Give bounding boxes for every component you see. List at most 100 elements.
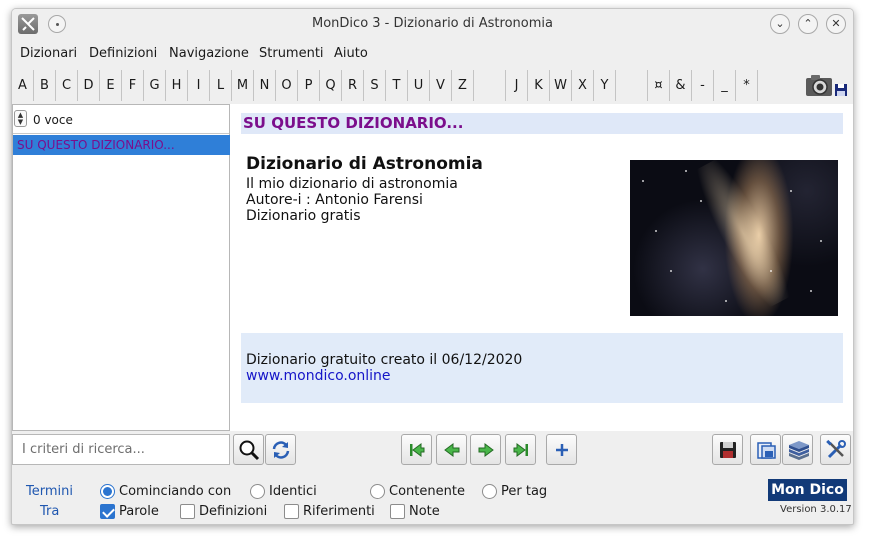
previous-entry-button[interactable] [436, 434, 467, 465]
galaxy-photo [630, 160, 838, 316]
menu-definizioni[interactable]: Definizioni [89, 46, 157, 61]
entry-count: 0 voce [33, 113, 73, 127]
export-button[interactable] [750, 434, 781, 465]
letter-button-p[interactable]: P [298, 70, 320, 101]
arrow-left-icon [444, 443, 460, 457]
letter-button-c[interactable]: C [56, 70, 78, 101]
dictionary-description: Il mio dizionario di astronomia [246, 176, 458, 192]
letter-spacer-27 [616, 70, 648, 101]
search-input[interactable] [12, 434, 230, 465]
arrow-right-icon [478, 443, 494, 457]
next-entry-button[interactable] [470, 434, 501, 465]
letter-button-symbol-28[interactable]: ¤ [648, 70, 670, 101]
tra-label: Tra [40, 504, 60, 519]
letter-button-o[interactable]: O [276, 70, 298, 101]
dictionaries-button[interactable] [782, 434, 813, 465]
menu-aiuto[interactable]: Aiuto [334, 46, 368, 61]
minimize-button[interactable]: ⌄ [770, 14, 790, 34]
floppy-disk-icon [720, 442, 736, 458]
letter-button-x[interactable]: X [572, 70, 594, 101]
letter-button-n[interactable]: N [254, 70, 276, 101]
letter-button-symbol-30[interactable]: - [692, 70, 714, 101]
last-arrow-icon [513, 443, 528, 457]
list-header-divider [13, 133, 229, 134]
letter-button-symbol-31[interactable]: _ [714, 70, 736, 101]
bottom-toolbar [12, 431, 853, 468]
plus-icon [556, 444, 568, 456]
app-window: MonDico 3 - Dizionario di Astronomia ⌄ ⌃… [11, 8, 854, 525]
magnifier-icon [239, 440, 260, 461]
radio-label-per-tag[interactable]: Per tag [501, 484, 547, 499]
letter-button-d[interactable]: D [78, 70, 100, 101]
camera-icon [806, 75, 847, 96]
letter-button-w[interactable]: W [550, 70, 572, 101]
letter-button-symbol-29[interactable]: & [670, 70, 692, 101]
search-options: Termini Tra Cominciando con Identici Con… [12, 471, 853, 524]
checkbox-parole[interactable] [100, 504, 115, 519]
menu-strumenti[interactable]: Strumenti [259, 46, 324, 61]
creation-info: Dizionario gratuito creato il 06/12/2020 [246, 352, 523, 368]
letter-button-b[interactable]: B [34, 70, 56, 101]
letter-button-j[interactable]: J [506, 70, 528, 101]
letter-button-l[interactable]: L [210, 70, 232, 101]
radio-label-cominciando-con[interactable]: Cominciando con [119, 484, 231, 499]
tools-button[interactable] [820, 434, 851, 465]
letter-button-a[interactable]: A [12, 70, 34, 101]
letter-button-r[interactable]: R [342, 70, 364, 101]
snapshot-button[interactable] [804, 71, 851, 101]
close-button[interactable]: ✕ [826, 14, 846, 34]
checkbox-note[interactable] [390, 504, 405, 519]
letter-button-y[interactable]: Y [594, 70, 616, 101]
list-item[interactable]: SU QUESTO DIZIONARIO... [13, 135, 230, 155]
save-button[interactable] [712, 434, 743, 465]
search-button[interactable] [233, 434, 264, 465]
add-entry-button[interactable] [546, 434, 577, 465]
checkbox-definizioni[interactable] [180, 504, 195, 519]
radio-per-tag[interactable] [482, 484, 497, 499]
alphabet-bar: A B C D E F G H I L M N O P Q R S T U V Z J K W X Y ¤ & - _ * [12, 70, 853, 101]
entry-list-pane: ▲ ▼ 0 voce SU QUESTO DIZIONARIO... [12, 104, 230, 431]
letter-button-i[interactable]: I [188, 70, 210, 101]
document-stack-icon [757, 442, 776, 459]
window-title: MonDico 3 - Dizionario di Astronomia [312, 16, 553, 31]
checkbox-riferimenti[interactable] [284, 504, 299, 519]
radio-label-contenente[interactable]: Contenente [389, 484, 465, 499]
definition-pane: SU QUESTO DIZIONARIO... Dizionario di As… [230, 104, 853, 431]
wrench-screwdriver-icon [826, 439, 846, 459]
refresh-button[interactable] [265, 434, 296, 465]
letter-button-g[interactable]: G [144, 70, 166, 101]
dictionary-license: Dizionario gratis [246, 208, 361, 224]
letter-button-m[interactable]: M [232, 70, 254, 101]
letter-button-k[interactable]: K [528, 70, 550, 101]
radio-contenente[interactable] [370, 484, 385, 499]
checkbox-label-note[interactable]: Note [409, 504, 440, 519]
radio-label-identici[interactable]: Identici [269, 484, 317, 499]
letter-button-symbol-32[interactable]: * [736, 70, 758, 101]
books-icon [789, 441, 809, 460]
letter-spacer-21 [474, 70, 506, 101]
letter-button-s[interactable]: S [364, 70, 386, 101]
first-entry-button[interactable] [401, 434, 432, 465]
letter-button-z[interactable]: Z [452, 70, 474, 101]
letter-button-e[interactable]: E [100, 70, 122, 101]
radio-identici[interactable] [250, 484, 265, 499]
checkbox-label-parole[interactable]: Parole [119, 504, 159, 519]
sort-order-icon[interactable]: ▲ ▼ [14, 110, 27, 127]
maximize-button[interactable]: ⌃ [798, 14, 818, 34]
menu-dizionari[interactable]: Dizionari [20, 46, 77, 61]
letter-button-f[interactable]: F [122, 70, 144, 101]
checkbox-label-riferimenti[interactable]: Riferimenti [303, 504, 375, 519]
version-label: Version 3.0.17 [780, 504, 852, 515]
refresh-icon [272, 441, 290, 459]
letter-button-q[interactable]: Q [320, 70, 342, 101]
website-link[interactable]: www.mondico.online [246, 368, 391, 384]
info-box: Dizionario gratuito creato il 06/12/2020… [241, 333, 843, 403]
last-entry-button[interactable] [505, 434, 536, 465]
letter-button-t[interactable]: T [386, 70, 408, 101]
checkbox-label-definizioni[interactable]: Definizioni [199, 504, 267, 519]
menu-navigazione[interactable]: Navigazione [169, 46, 249, 61]
radio-cominciando-con[interactable] [100, 484, 115, 499]
letter-button-h[interactable]: H [166, 70, 188, 101]
letter-button-u[interactable]: U [408, 70, 430, 101]
letter-button-v[interactable]: V [430, 70, 452, 101]
